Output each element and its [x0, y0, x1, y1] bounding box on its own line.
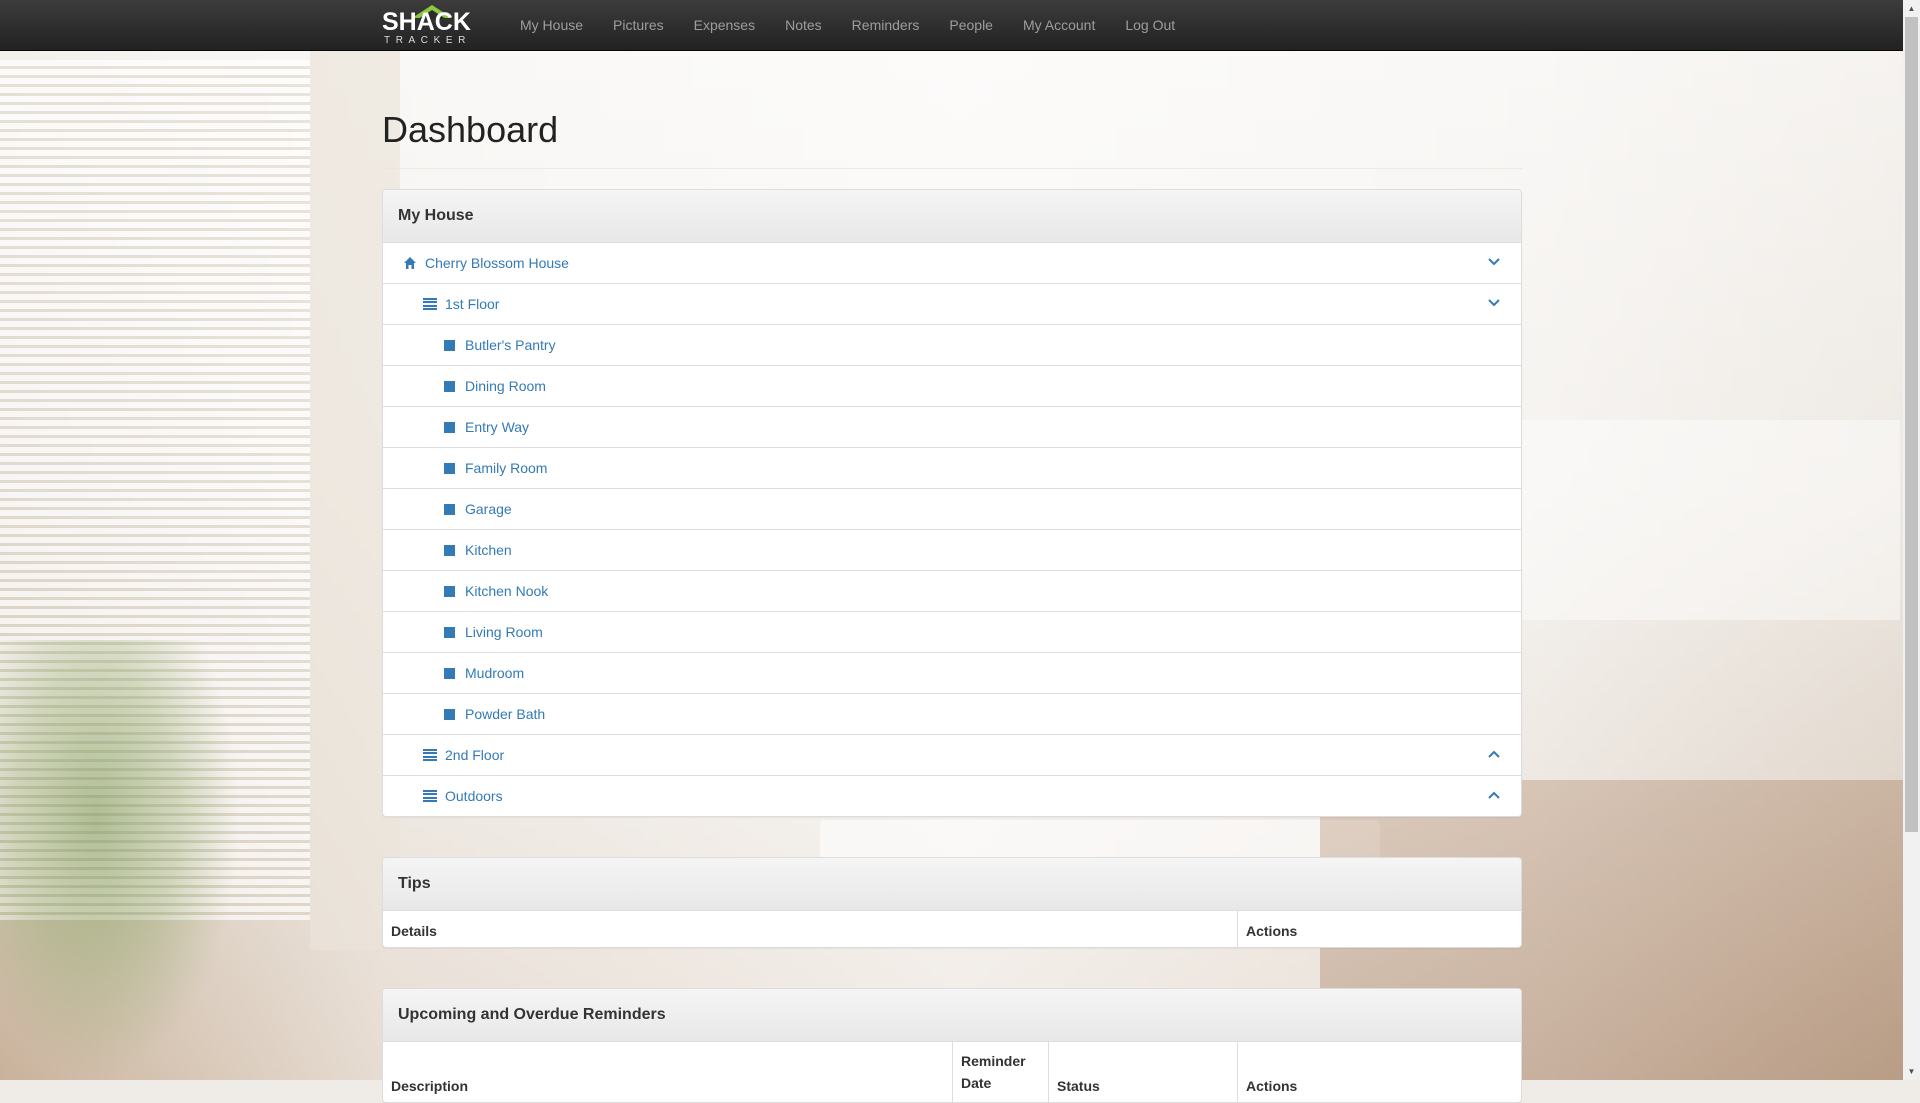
- room-link[interactable]: Dining Room: [465, 378, 546, 394]
- room-row[interactable]: Kitchen: [383, 530, 1521, 571]
- list-icon: [423, 298, 437, 310]
- floor-row-outdoors[interactable]: Outdoors: [383, 776, 1521, 816]
- brand-logo[interactable]: SHACK TRACKER: [382, 4, 488, 48]
- column-header-details: Details: [383, 911, 1238, 947]
- my-house-panel: My House Cherry Blossom House 1st Floor …: [382, 189, 1522, 817]
- room-square-icon: [444, 708, 455, 720]
- page-scrollbar[interactable]: ▲ ▼: [1903, 0, 1920, 1080]
- my-house-heading: My House: [383, 190, 1521, 243]
- room-square-icon: [444, 380, 455, 392]
- tips-panel: Tips Details Actions: [382, 857, 1522, 948]
- background-counter: [1500, 420, 1900, 620]
- room-row[interactable]: Entry Way: [383, 407, 1521, 448]
- room-row[interactable]: Powder Bath: [383, 694, 1521, 735]
- column-header-description: Description: [383, 1042, 953, 1102]
- page-title: Dashboard: [382, 110, 1522, 169]
- logo-text-top: SHACK: [382, 8, 471, 36]
- room-link[interactable]: Powder Bath: [465, 706, 545, 722]
- nav-reminders[interactable]: Reminders: [837, 0, 935, 50]
- tips-table: Details Actions: [383, 911, 1521, 947]
- scroll-down-arrow-icon[interactable]: ▼: [1903, 1063, 1920, 1080]
- room-link[interactable]: Family Room: [465, 460, 547, 476]
- room-link[interactable]: Mudroom: [465, 665, 524, 681]
- room-square-icon: [444, 626, 455, 638]
- chevron-down-icon[interactable]: [1487, 296, 1501, 310]
- room-link[interactable]: Kitchen Nook: [465, 583, 548, 599]
- nav-pictures[interactable]: Pictures: [598, 0, 679, 50]
- room-link[interactable]: Living Room: [465, 624, 543, 640]
- background-plant: [0, 640, 240, 1080]
- home-icon: [404, 257, 416, 269]
- main-nav: My House Pictures Expenses Notes Reminde…: [505, 0, 1190, 50]
- logo-text-bottom: TRACKER: [384, 35, 471, 46]
- reminders-table: Description Reminder Date Status Actions: [383, 1042, 1521, 1102]
- scrollbar-thumb[interactable]: [1905, 17, 1918, 832]
- room-row[interactable]: Kitchen Nook: [383, 571, 1521, 612]
- nav-my-house[interactable]: My House: [505, 0, 598, 50]
- room-square-icon: [444, 339, 455, 351]
- scroll-up-arrow-icon[interactable]: ▲: [1903, 0, 1920, 17]
- room-link[interactable]: Kitchen: [465, 542, 512, 558]
- main-content: Dashboard My House Cherry Blossom House …: [382, 50, 1522, 1103]
- room-row[interactable]: Family Room: [383, 448, 1521, 489]
- room-row[interactable]: Mudroom: [383, 653, 1521, 694]
- reminders-panel: Upcoming and Overdue Reminders Descripti…: [382, 988, 1522, 1103]
- room-square-icon: [444, 503, 455, 515]
- floor-link-2nd[interactable]: 2nd Floor: [445, 747, 504, 763]
- chevron-up-icon[interactable]: [1487, 788, 1501, 802]
- chevron-down-icon[interactable]: [1487, 255, 1501, 269]
- column-header-reminder-date: Reminder Date: [952, 1042, 1049, 1102]
- room-link[interactable]: Garage: [465, 501, 512, 517]
- room-row[interactable]: Living Room: [383, 612, 1521, 653]
- room-row[interactable]: Dining Room: [383, 366, 1521, 407]
- reminders-heading: Upcoming and Overdue Reminders: [383, 989, 1521, 1042]
- room-link[interactable]: Butler's Pantry: [465, 337, 556, 353]
- room-square-icon: [444, 462, 455, 474]
- column-header-actions: Actions: [1246, 923, 1298, 939]
- floor-link-outdoors[interactable]: Outdoors: [445, 788, 503, 804]
- floor-row-2nd[interactable]: 2nd Floor: [383, 735, 1521, 776]
- room-link[interactable]: Entry Way: [465, 419, 529, 435]
- floor-row-1st[interactable]: 1st Floor: [383, 284, 1521, 325]
- nav-people[interactable]: People: [934, 0, 1008, 50]
- nav-expenses[interactable]: Expenses: [679, 0, 770, 50]
- list-icon: [423, 790, 437, 802]
- column-header-status: Status: [1048, 1042, 1238, 1102]
- chevron-up-icon[interactable]: [1487, 747, 1501, 761]
- room-row[interactable]: Butler's Pantry: [383, 325, 1521, 366]
- nav-my-account[interactable]: My Account: [1008, 0, 1110, 50]
- tips-heading: Tips: [383, 858, 1521, 911]
- room-square-icon: [444, 421, 455, 433]
- nav-log-out[interactable]: Log Out: [1110, 0, 1190, 50]
- room-square-icon: [444, 544, 455, 556]
- house-link[interactable]: Cherry Blossom House: [425, 255, 569, 271]
- list-icon: [423, 749, 437, 761]
- floor-link-1st[interactable]: 1st Floor: [445, 296, 499, 312]
- house-row[interactable]: Cherry Blossom House: [383, 243, 1521, 284]
- column-header-actions: Actions: [1246, 1078, 1298, 1094]
- nav-notes[interactable]: Notes: [770, 0, 837, 50]
- room-row[interactable]: Garage: [383, 489, 1521, 530]
- room-square-icon: [444, 585, 455, 597]
- top-navbar: SHACK TRACKER My House Pictures Expenses…: [0, 0, 1903, 51]
- room-square-icon: [444, 667, 455, 679]
